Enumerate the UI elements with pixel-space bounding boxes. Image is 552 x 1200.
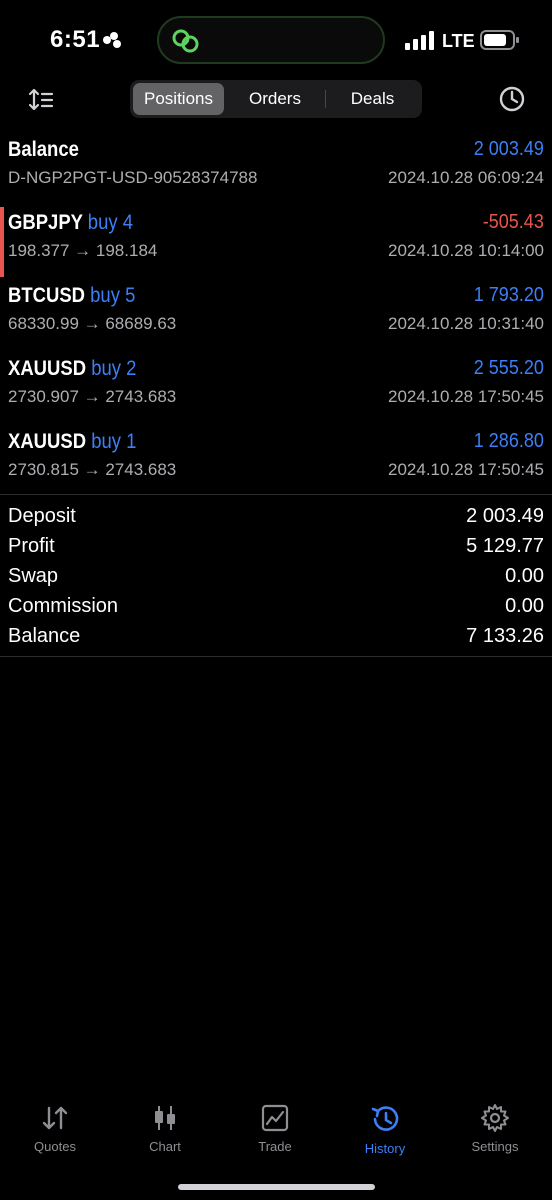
loss-indicator-bar bbox=[0, 207, 4, 277]
deal-side: buy 1 bbox=[91, 430, 137, 453]
focus-mode-icon bbox=[103, 32, 121, 48]
deal-date: 2024.10.28 10:31:40 bbox=[388, 314, 544, 333]
deal-side: buy 4 bbox=[87, 211, 134, 234]
dynamic-island[interactable] bbox=[157, 16, 385, 64]
deal-profit: -505.43 bbox=[482, 211, 544, 233]
balance-amount: 2 003.49 bbox=[473, 138, 544, 160]
tab-chart[interactable]: Chart bbox=[110, 1095, 220, 1165]
history-toolbar: Positions Orders Deals bbox=[0, 78, 552, 122]
deal-side: buy 2 bbox=[91, 357, 137, 380]
deal-prices: 2730.815 → 2743.683 bbox=[8, 460, 177, 479]
status-time: 6:51 bbox=[50, 26, 101, 53]
deal-row[interactable]: GBPJPY buy 4 -505.43 198.377 → 198.184 2… bbox=[0, 207, 552, 277]
deal-side: buy 5 bbox=[90, 284, 136, 307]
balance-operation-row[interactable]: Balance 2 003.49 D-NGP2PGT-USD-905283747… bbox=[0, 138, 552, 198]
deal-date: 2024.10.28 10:14:00 bbox=[388, 241, 544, 260]
summary-commission: Commission 0.00 bbox=[0, 595, 552, 625]
summary-value: 0.00 bbox=[505, 595, 544, 617]
tab-history[interactable]: History bbox=[330, 1095, 440, 1165]
network-type: LTE bbox=[442, 31, 475, 51]
summary-value: 0.00 bbox=[505, 565, 544, 587]
summary-label: Swap bbox=[8, 565, 59, 587]
link-app-icon bbox=[172, 29, 199, 53]
deal-prices: 2730.907 → 2743.683 bbox=[8, 387, 177, 406]
quotes-arrows-icon bbox=[42, 1106, 68, 1130]
history-clock-icon bbox=[371, 1106, 399, 1131]
tab-label: Chart bbox=[149, 1139, 181, 1154]
deal-symbol: XAUUSD bbox=[8, 357, 87, 380]
tab-positions[interactable]: Positions bbox=[133, 83, 224, 115]
deal-symbol: GBPJPY bbox=[8, 211, 83, 234]
candlestick-icon bbox=[155, 1106, 175, 1130]
tab-settings[interactable]: Settings bbox=[440, 1095, 550, 1165]
deal-profit: 1 286.80 bbox=[473, 430, 544, 452]
history-segmented-control: Positions Orders Deals bbox=[130, 80, 422, 118]
home-indicator[interactable] bbox=[178, 1184, 375, 1190]
gear-icon bbox=[481, 1104, 509, 1132]
account-id: D-NGP2PGT-USD-90528374788 bbox=[8, 168, 258, 187]
summary-balance: Balance 7 133.26 bbox=[0, 625, 552, 655]
deal-profit: 2 555.20 bbox=[473, 357, 544, 379]
trade-chart-icon bbox=[261, 1104, 289, 1132]
cellular-signal-icon bbox=[405, 31, 434, 50]
tab-label: Trade bbox=[258, 1139, 292, 1154]
tab-label: Settings bbox=[471, 1139, 519, 1154]
summary-value: 5 129.77 bbox=[466, 535, 544, 557]
tab-orders[interactable]: Orders bbox=[227, 83, 323, 115]
deal-row[interactable]: XAUUSD buy 1 1 286.80 2730.815 → 2743.68… bbox=[0, 430, 552, 490]
divider bbox=[0, 656, 552, 657]
sort-icon[interactable] bbox=[28, 87, 54, 113]
tab-label: Quotes bbox=[34, 1139, 76, 1154]
tab-label: History bbox=[364, 1141, 406, 1156]
deal-row[interactable]: XAUUSD buy 2 2 555.20 2730.907 → 2743.68… bbox=[0, 357, 552, 417]
battery-icon bbox=[480, 30, 519, 50]
divider bbox=[0, 494, 552, 495]
summary-label: Deposit bbox=[8, 505, 76, 527]
tab-deals[interactable]: Deals bbox=[326, 83, 419, 115]
summary-swap: Swap 0.00 bbox=[0, 565, 552, 595]
deal-prices: 68330.99 → 68689.63 bbox=[8, 314, 177, 333]
deal-prices: 198.377 → 198.184 bbox=[8, 241, 158, 260]
summary-label: Commission bbox=[8, 595, 119, 617]
deal-row[interactable]: BTCUSD buy 5 1 793.20 68330.99 → 68689.6… bbox=[0, 284, 552, 344]
summary-profit: Profit 5 129.77 bbox=[0, 535, 552, 565]
status-bar: 6:51 LTE bbox=[0, 0, 552, 80]
deal-profit: 1 793.20 bbox=[473, 284, 544, 306]
deal-symbol: BTCUSD bbox=[8, 284, 85, 307]
balance-label: Balance bbox=[8, 138, 79, 161]
summary-label: Profit bbox=[8, 535, 55, 557]
summary-deposit: Deposit 2 003.49 bbox=[0, 505, 552, 535]
summary-value: 2 003.49 bbox=[466, 505, 544, 527]
bottom-tab-bar: Quotes Chart Trade History Settings bbox=[0, 1095, 552, 1165]
summary-label: Balance bbox=[8, 625, 81, 647]
summary-value: 7 133.26 bbox=[466, 625, 544, 647]
balance-date: 2024.10.28 06:09:24 bbox=[388, 168, 544, 187]
tab-trade[interactable]: Trade bbox=[220, 1095, 330, 1165]
deal-date: 2024.10.28 17:50:45 bbox=[388, 387, 544, 406]
period-clock-icon[interactable] bbox=[498, 85, 526, 113]
tab-quotes[interactable]: Quotes bbox=[0, 1095, 110, 1165]
deal-date: 2024.10.28 17:50:45 bbox=[388, 460, 544, 479]
deal-symbol: XAUUSD bbox=[8, 430, 87, 453]
